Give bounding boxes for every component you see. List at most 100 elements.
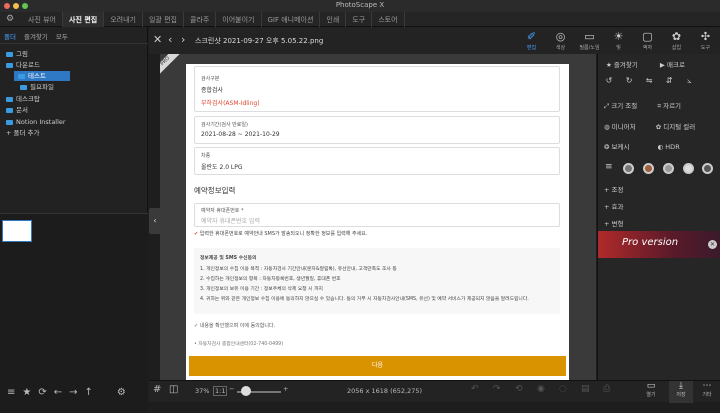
crop-button[interactable]: ⌗ 자르기 [657, 102, 681, 110]
redo-icon[interactable]: ↷ [493, 384, 501, 394]
phone-notice: ✔ 입력한 휴대폰번호로 예약안내 SMS가 발송되오니 정확한 정보를 입력해… [194, 231, 368, 237]
close-banner-icon[interactable]: ✕ [708, 240, 717, 249]
terms-line: 2. 수집하는 개인정보의 항목 : 자동차등록번호, 생년월일, 휴대폰 번호 [200, 277, 341, 282]
miniature-color-row: ◍ 미니어처 ✿ 디지털 컬러 [598, 121, 720, 131]
transform-section[interactable]: + 변형 [598, 218, 720, 228]
grid-icon[interactable]: # [153, 384, 161, 395]
menu-tab[interactable]: 일괄 편집 [143, 12, 184, 27]
tool-tab[interactable]: ◎ 색상 [546, 27, 575, 54]
digital-color-button[interactable]: ✿ 디지털 컬러 [656, 123, 695, 131]
undo-all-icon[interactable]: ⟲ [515, 384, 523, 394]
adjust-label: 조정 [611, 186, 624, 194]
share-icon[interactable]: ◌ [559, 384, 567, 394]
menu-tab[interactable]: 도구 [346, 12, 373, 27]
copy-icon[interactable]: ▤ [581, 384, 590, 394]
next-button: 다음 [189, 356, 566, 376]
folder-tree-item[interactable]: 그림 [0, 49, 148, 59]
menu-tab[interactable]: 스토어 [372, 12, 405, 27]
zoom-level[interactable]: 37% [195, 387, 209, 395]
rotate-left-icon[interactable]: ↺ [604, 76, 614, 85]
macro-play-icon[interactable]: ▶ 매크로 [660, 61, 685, 69]
folder-tree-item[interactable]: 데스크탑 [0, 94, 148, 104]
next-image-icon[interactable]: › [181, 33, 185, 46]
back-arrow-icon[interactable]: ← [54, 387, 62, 398]
refresh-icon[interactable]: ⟳ [38, 387, 46, 398]
left-panel-tab[interactable]: 즐겨찾기 [20, 27, 52, 43]
tool-tab-label: 도구 [700, 45, 711, 51]
hdr-button[interactable]: ◐ HDR [658, 143, 680, 151]
menu-icon[interactable]: ≡ [7, 387, 15, 398]
image-thumbnail[interactable] [2, 220, 32, 242]
tool-tab[interactable]: ▭ 필름/노임 [575, 27, 604, 54]
open-button[interactable]: ▭ 열기 [639, 381, 663, 403]
tool-tab[interactable]: ✿ 삽입 [662, 27, 691, 54]
favorite-star-icon[interactable]: ★ 즐겨찾기 [606, 61, 638, 69]
exam-period-label: 검사기간(검사 만료일) [201, 122, 248, 128]
up-arrow-icon[interactable]: ↑ [85, 387, 93, 398]
actual-size-button[interactable]: 1:1 [213, 386, 228, 396]
folder-tree-item[interactable]: 테스트 [14, 71, 70, 81]
favorite-star-icon[interactable]: ★ [22, 387, 31, 398]
menu-tab[interactable]: 콜라주 [184, 12, 217, 27]
tool-tab[interactable]: ✣ 도구 [691, 27, 720, 54]
prev-image-icon[interactable]: ‹ [168, 33, 172, 46]
flip-vertical-icon[interactable]: ⇵ [664, 76, 674, 85]
pro-banner-text: Pro version [622, 237, 679, 248]
folder-tree-item[interactable]: 필요파일 [0, 82, 148, 92]
pro-version-banner[interactable]: Pro version ✕ [598, 231, 720, 258]
folder-tree-item[interactable]: 문서 [0, 105, 148, 115]
folder-tree-item[interactable]: 다운로드 [0, 60, 148, 70]
undo-icon[interactable]: ↶ [471, 384, 479, 394]
print-icon[interactable]: ⎙ [603, 384, 610, 394]
more-label: 기타 [702, 392, 712, 398]
flip-horizontal-icon[interactable]: ⇋ [644, 76, 654, 85]
restore-icon[interactable]: ◉ [537, 384, 545, 394]
filter-drop-icon[interactable] [702, 163, 713, 174]
menu-tab[interactable]: 이어붙이기 [216, 12, 262, 27]
menu-lines-icon[interactable]: ≡ [605, 162, 613, 172]
folder-tree-item[interactable]: Notion Installer [0, 117, 148, 127]
tool-tab-label: 편집 [526, 45, 537, 51]
rotate-right-icon[interactable]: ↻ [624, 76, 634, 85]
adjust-section[interactable]: + 조정 [598, 184, 720, 194]
exam-period-value: 2021-08-28 ~ 2021-10-29 [201, 131, 280, 138]
editor-tool-tabs: ✐ 편집 ◎ 색상 ▭ 필름/노임 ☀ 빛 ▢ 액자 ✿ 삽입 ✣ 도구 [517, 27, 720, 54]
miniature-button[interactable]: ◍ 미니어처 [604, 123, 636, 131]
settings-gear-icon[interactable]: ⚙ [6, 14, 14, 24]
app-title: PhotoScape X [335, 1, 385, 9]
menu-tab[interactable]: 오려내기 [104, 12, 143, 27]
tool-tab[interactable]: ☀ 빛 [604, 27, 633, 54]
zoom-in-button[interactable]: + [283, 385, 288, 393]
save-button[interactable]: ⤓ 저장 [669, 381, 693, 403]
left-panel-tab[interactable]: 모두 [52, 27, 72, 43]
menu-tab[interactable]: 사진 뷰어 [22, 12, 63, 27]
image-canvas[interactable]: PRO 검사구분 종합검사 부하검사(ASM-Idling) 검사기간(검사 만… [160, 54, 596, 380]
menu-tab[interactable]: GIF 애니메이션 [262, 12, 321, 27]
filter-warm-icon[interactable] [643, 163, 654, 174]
effect-section[interactable]: + 효과 [598, 201, 720, 211]
close-image-icon[interactable]: ✕ [153, 33, 162, 46]
filter-bright-icon[interactable] [683, 163, 694, 174]
effect-label: 효과 [611, 203, 624, 211]
folder-tree-item[interactable]: + 폴더 추가 [0, 128, 148, 138]
filter-dark-icon[interactable] [623, 163, 634, 174]
menu-tab[interactable]: 인쇄 [320, 12, 347, 27]
folder-icon [6, 107, 13, 113]
tool-tab-icon: ✣ [700, 30, 711, 43]
tool-tab-icon: ◎ [555, 30, 566, 43]
menu-tab[interactable]: 사진 편집 [63, 12, 105, 27]
more-button[interactable]: ⋯ 기타 [695, 381, 719, 403]
resize-button[interactable]: ⤢ 크기 조절 [604, 102, 637, 110]
left-panel-tab[interactable]: 폴더 [0, 27, 20, 43]
zoom-slider-knob[interactable] [241, 386, 251, 396]
filter-gray-icon[interactable] [663, 163, 674, 174]
tool-tab[interactable]: ▢ 액자 [633, 27, 662, 54]
straighten-icon[interactable]: ⦣ [684, 76, 694, 86]
gear-icon[interactable]: ⚙ [117, 387, 126, 398]
tool-tab[interactable]: ✐ 편집 [517, 27, 546, 54]
compare-icon[interactable]: ◫ [169, 384, 178, 395]
bokeh-button[interactable]: ❂ 보케시 [604, 143, 629, 151]
forward-arrow-icon[interactable]: → [69, 387, 77, 398]
zoom-out-button[interactable]: − [229, 385, 234, 393]
tool-tab-icon: ☀ [613, 30, 624, 43]
